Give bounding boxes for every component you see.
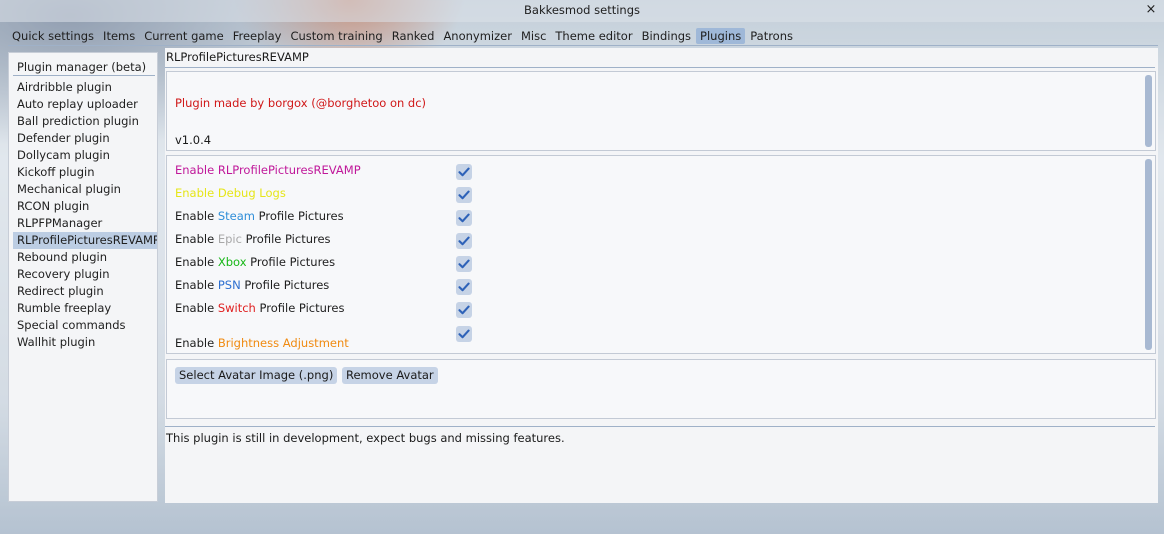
checkmark-icon: [458, 305, 470, 315]
plugin-settings-panel: RLProfilePicturesREVAMP Plugin made by b…: [165, 48, 1158, 503]
tab-bar: Quick settings Items Current game Freeplay C…: [8, 28, 798, 46]
plugin-list: Airdribble plugin Auto replay uploader Bal…: [13, 79, 157, 351]
option-checkbox[interactable]: [456, 302, 472, 318]
option-label-suffix: Profile Pictures: [255, 301, 345, 315]
sidebar-item-rumble-freeplay[interactable]: Rumble freeplay: [13, 300, 157, 317]
tab-quick-settings[interactable]: Quick settings: [8, 28, 98, 44]
sidebar-item-auto-replay-uploader[interactable]: Auto replay uploader: [13, 96, 157, 113]
plugin-version: v1.0.4: [175, 133, 212, 147]
option-label: Enable Xbox Profile Pictures: [175, 255, 335, 269]
option-label-highlight: Brightness Adjustment: [217, 336, 349, 350]
option-label-highlight: Xbox: [217, 255, 247, 269]
plugin-name-heading: RLProfilePicturesREVAMP: [166, 50, 309, 64]
option-checkbox[interactable]: [456, 279, 472, 295]
development-notice: This plugin is still in development, exp…: [166, 431, 565, 445]
sidebar-item-rlpfpmanager[interactable]: RLPFPManager: [13, 215, 157, 232]
options-scrollbar[interactable]: [1145, 159, 1152, 350]
checkmark-icon: [458, 329, 470, 339]
tab-freeplay[interactable]: Freeplay: [229, 28, 286, 44]
option-checkbox[interactable]: [456, 233, 472, 249]
option-label: Enable PSN Profile Pictures: [175, 278, 329, 292]
option-label-highlight: Switch: [217, 301, 256, 315]
sidebar-item-ball-prediction-plugin[interactable]: Ball prediction plugin: [13, 113, 157, 130]
checkmark-icon: [458, 190, 470, 200]
sidebar-item-recovery-plugin[interactable]: Recovery plugin: [13, 266, 157, 283]
settings-window: Bakkesmod settings × Quick settings Items…: [0, 0, 1164, 534]
checkmark-icon: [458, 236, 470, 246]
avatar-box: Select Avatar Image (.png) Remove Avatar: [166, 359, 1156, 419]
option-label-highlight: Epic: [217, 232, 242, 246]
option-label-prefix: Enable: [175, 336, 218, 350]
option-label: Enable Brightness Adjustment: [175, 336, 349, 350]
option-label-highlight: Steam: [217, 209, 255, 223]
tab-bindings[interactable]: Bindings: [638, 28, 695, 44]
sidebar-divider: [13, 75, 155, 76]
option-label-suffix: Profile Pictures: [254, 209, 344, 223]
checkmark-icon: [458, 213, 470, 223]
sidebar-title: Plugin manager (beta): [17, 60, 147, 74]
tab-custom-training[interactable]: Custom training: [286, 28, 386, 44]
plugin-manager-sidebar: Plugin manager (beta) Airdribble plugin A…: [8, 52, 158, 502]
checkmark-icon: [458, 259, 470, 269]
option-label-prefix: Enable: [175, 232, 218, 246]
option-label-suffix: Profile Pictures: [246, 255, 336, 269]
option-label-suffix: Profile Pictures: [240, 278, 330, 292]
checkmark-icon: [458, 282, 470, 292]
remove-avatar-button[interactable]: Remove Avatar: [342, 367, 438, 384]
option-label-prefix: Enable: [175, 301, 218, 315]
sidebar-item-redirect-plugin[interactable]: Redirect plugin: [13, 283, 157, 300]
option-label-highlight: PSN: [217, 278, 241, 292]
option-label-prefix: Enable: [175, 278, 218, 292]
checkmark-icon: [458, 167, 470, 177]
sidebar-item-wallhit-plugin[interactable]: Wallhit plugin: [13, 334, 157, 351]
select-avatar-button[interactable]: Select Avatar Image (.png): [175, 367, 338, 384]
options-box: Enable RLProfilePicturesREVAMP Enable Deb…: [166, 155, 1156, 354]
tab-divider: [8, 45, 1158, 46]
option-checkbox[interactable]: [456, 210, 472, 226]
plugin-info-box: Plugin made by borgox (@borghetoo on dc)…: [166, 71, 1156, 151]
option-checkbox[interactable]: [456, 187, 472, 203]
tab-theme-editor[interactable]: Theme editor: [551, 28, 636, 44]
tab-current-game[interactable]: Current game: [140, 28, 227, 44]
option-label: Enable Steam Profile Pictures: [175, 209, 344, 223]
tab-items[interactable]: Items: [99, 28, 139, 44]
tab-anonymizer[interactable]: Anonymizer: [439, 28, 516, 44]
title-bar[interactable]: Bakkesmod settings ×: [0, 0, 1164, 22]
tab-plugins[interactable]: Plugins: [696, 28, 746, 44]
plugin-author-text: Plugin made by borgox (@borghetoo on dc): [175, 96, 427, 110]
option-label-suffix: Profile Pictures: [241, 232, 331, 246]
footer-divider: [165, 426, 1155, 427]
info-scrollbar[interactable]: [1145, 75, 1152, 147]
sidebar-item-rebound-plugin[interactable]: Rebound plugin: [13, 249, 157, 266]
close-icon[interactable]: ×: [1144, 1, 1158, 19]
tab-misc[interactable]: Misc: [517, 28, 550, 44]
option-label-highlight: Debug Logs: [217, 186, 286, 200]
sidebar-item-rlprofilepicturesrevamp[interactable]: RLProfilePicturesREVAMP: [13, 232, 157, 249]
option-label-prefix: Enable: [175, 209, 218, 223]
sidebar-item-rcon-plugin[interactable]: RCON plugin: [13, 198, 157, 215]
option-label-prefix: Enable: [175, 163, 218, 177]
option-label: Enable Debug Logs: [175, 186, 286, 200]
option-label: Enable RLProfilePicturesREVAMP: [175, 163, 361, 177]
sidebar-item-dollycam-plugin[interactable]: Dollycam plugin: [13, 147, 157, 164]
option-label-prefix: Enable: [175, 186, 218, 200]
option-label: Enable Switch Profile Pictures: [175, 301, 344, 315]
option-checkbox[interactable]: [456, 164, 472, 180]
tab-patrons[interactable]: Patrons: [746, 28, 797, 44]
tab-ranked[interactable]: Ranked: [388, 28, 439, 44]
sidebar-item-special-commands[interactable]: Special commands: [13, 317, 157, 334]
option-label-prefix: Enable: [175, 255, 218, 269]
sidebar-item-mechanical-plugin[interactable]: Mechanical plugin: [13, 181, 157, 198]
sidebar-item-airdribble-plugin[interactable]: Airdribble plugin: [13, 79, 157, 96]
option-label-highlight: RLProfilePicturesREVAMP: [217, 163, 361, 177]
option-checkbox[interactable]: [456, 326, 472, 342]
window-title: Bakkesmod settings: [524, 3, 640, 17]
option-label: Enable Epic Profile Pictures: [175, 232, 331, 246]
sidebar-item-defender-plugin[interactable]: Defender plugin: [13, 130, 157, 147]
heading-divider: [165, 67, 1155, 68]
sidebar-item-kickoff-plugin[interactable]: Kickoff plugin: [13, 164, 157, 181]
option-checkbox[interactable]: [456, 256, 472, 272]
